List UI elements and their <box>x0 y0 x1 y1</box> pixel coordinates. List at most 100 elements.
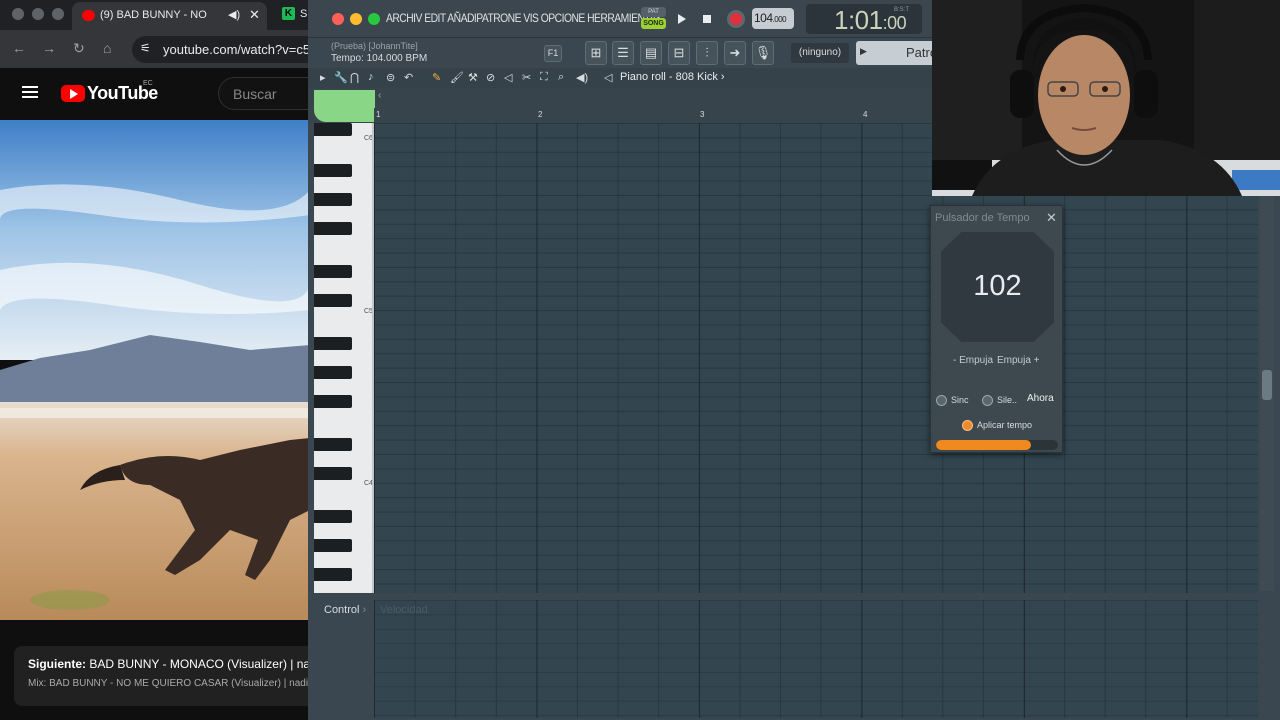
pr-arrow-icon[interactable]: ▸ <box>320 71 326 84</box>
black-key[interactable] <box>314 510 352 523</box>
piano-roll-corner[interactable] <box>314 90 375 122</box>
black-key[interactable] <box>314 164 352 177</box>
tempo-display[interactable]: 104.000 <box>752 8 794 29</box>
fl-minimize-button[interactable] <box>350 13 362 25</box>
black-key[interactable] <box>314 265 352 278</box>
back-icon[interactable]: ← <box>12 40 26 56</box>
mixer-icon[interactable]: ⫶ <box>696 41 718 65</box>
nudge-minus-button[interactable]: - Empuja <box>953 355 993 366</box>
apply-tempo-radio[interactable] <box>962 420 973 431</box>
menu-circle-icon[interactable]: ⊜ <box>386 71 395 84</box>
browser-icon[interactable]: ⊟ <box>668 41 690 65</box>
play-button[interactable] <box>670 8 692 30</box>
video-player[interactable] <box>0 120 310 620</box>
tab-close-icon[interactable]: ✕ <box>249 7 260 23</box>
black-key[interactable] <box>314 438 352 451</box>
tab-second[interactable]: K S <box>274 2 310 28</box>
forward-icon[interactable]: → <box>42 40 56 56</box>
fl-zoom-button[interactable] <box>368 13 380 25</box>
speaker-icon[interactable]: ◁ <box>604 71 612 84</box>
undo-icon[interactable]: ↶ <box>404 71 413 84</box>
tap-progress-fill <box>936 440 1032 450</box>
black-key[interactable] <box>314 539 352 552</box>
silent-label: Sile.. <box>997 395 1018 405</box>
ruler-bar-1: 1 <box>376 110 381 119</box>
home-icon[interactable]: ⌂ <box>103 40 111 56</box>
black-key[interactable] <box>314 193 352 206</box>
song-position-display[interactable]: 1:01:00 B:S:T <box>806 4 922 35</box>
hamburger-menu-icon[interactable] <box>22 86 38 98</box>
scrollbar-thumb[interactable] <box>1262 370 1272 400</box>
scroll-left-icon[interactable]: ‹ <box>378 90 381 101</box>
control-target: Velocidad <box>380 604 428 616</box>
reload-icon[interactable]: ↻ <box>73 40 85 57</box>
webcam-person-image <box>932 0 1280 196</box>
piano-roll-icon[interactable]: ▤ <box>640 41 662 65</box>
site-info-icon[interactable]: ⚟ <box>140 41 151 55</box>
black-key[interactable] <box>314 366 352 379</box>
now-button[interactable]: Ahora <box>1027 393 1054 404</box>
brush-icon[interactable]: 🖌 <box>450 71 464 84</box>
select-tool-icon[interactable]: ⛶ <box>540 71 548 84</box>
channel-rack-icon[interactable]: ☰ <box>612 41 634 65</box>
black-key[interactable] <box>314 467 352 480</box>
k-favicon-icon: K <box>282 7 295 20</box>
youtube-favicon-icon <box>82 10 95 21</box>
youtube-search-input[interactable]: Buscar <box>218 77 310 110</box>
youtube-header: YouTube EC Buscar <box>0 68 310 120</box>
mute-tool-icon[interactable]: ⊘ <box>486 71 495 84</box>
black-key[interactable] <box>314 222 352 235</box>
record-button[interactable] <box>725 8 747 30</box>
f1-button[interactable]: F1 <box>544 45 562 62</box>
pat-song-switch[interactable]: PAT SONG <box>641 7 666 31</box>
tap-progress-bar <box>936 440 1058 450</box>
octave-label-c5: C5 <box>364 308 373 315</box>
octave-label-c6: C6 <box>364 135 373 142</box>
pattern-arrow-icon[interactable]: ▶ <box>860 46 867 57</box>
pencil-icon[interactable]: ✎ <box>432 71 441 84</box>
black-key[interactable] <box>314 337 352 350</box>
slice-tool-icon[interactable]: ✂ <box>522 71 531 84</box>
arrow-right-icon[interactable]: ➜ <box>724 41 746 65</box>
control-selector[interactable]: Control › <box>324 604 366 616</box>
microphone-icon[interactable]: 🎙 <box>752 41 774 65</box>
sync-radio[interactable] <box>936 395 947 406</box>
delete-tool-icon[interactable]: ⚒ <box>468 71 478 84</box>
window-close-button[interactable] <box>12 8 24 20</box>
output-selector[interactable]: (ninguno) <box>791 43 849 63</box>
window-zoom-button[interactable] <box>52 8 64 20</box>
tab-youtube[interactable]: (9) BAD BUNNY - NO ME ◀) ✕ <box>72 2 267 30</box>
zoom-tool-icon[interactable]: ⌕ <box>558 71 564 84</box>
pat-mode[interactable]: PAT <box>641 7 666 17</box>
playlist-icon[interactable]: ⊞ <box>585 41 607 65</box>
stop-icon <box>703 15 711 23</box>
playback-tool-icon[interactable]: ◀) <box>576 71 588 84</box>
pattern-selector[interactable]: ▶ Patró <box>856 41 937 65</box>
tap-close-icon[interactable]: ✕ <box>1046 210 1057 226</box>
up-next-card[interactable]: Siguiente: BAD BUNNY - MONACO (Visualize… <box>14 646 310 706</box>
song-mode[interactable]: SONG <box>641 18 666 29</box>
black-key[interactable] <box>314 568 352 581</box>
sync-label: Sinc <box>951 395 969 405</box>
slip-tool-icon[interactable]: ◁ <box>504 71 512 84</box>
fl-close-button[interactable] <box>332 13 344 25</box>
stop-button[interactable] <box>696 8 718 30</box>
black-key[interactable] <box>314 123 352 136</box>
black-key[interactable] <box>314 395 352 408</box>
black-key[interactable] <box>314 294 352 307</box>
wrench-icon[interactable]: 🔧 <box>334 71 348 84</box>
magnet-icon[interactable]: ⋂ <box>350 71 359 84</box>
piano-keyboard[interactable]: C6 C5 C4 <box>314 123 374 593</box>
velocity-lane[interactable] <box>374 600 1258 718</box>
piano-roll-title-text: Piano roll - 808 Kick <box>620 71 718 83</box>
speaker-icon[interactable]: ◀) <box>228 8 240 21</box>
browser-window: (9) BAD BUNNY - NO ME ◀) ✕ K S ← → ↻ ⌂ ⚟… <box>0 0 310 720</box>
youtube-logo-icon[interactable] <box>61 85 85 102</box>
window-minimize-button[interactable] <box>32 8 44 20</box>
nudge-plus-button[interactable]: Empuja + <box>997 355 1040 366</box>
address-bar[interactable]: ⚟ youtube.com/watch?v=c5 <box>132 36 310 63</box>
silent-radio[interactable] <box>982 395 993 406</box>
fl-main-menu[interactable]: ARCHIV EDIT AÑADIPATRONE VIS OPCIONE HER… <box>386 11 662 25</box>
tap-pad[interactable]: 102 <box>941 232 1054 342</box>
note-icon[interactable]: ♪ <box>368 71 374 83</box>
